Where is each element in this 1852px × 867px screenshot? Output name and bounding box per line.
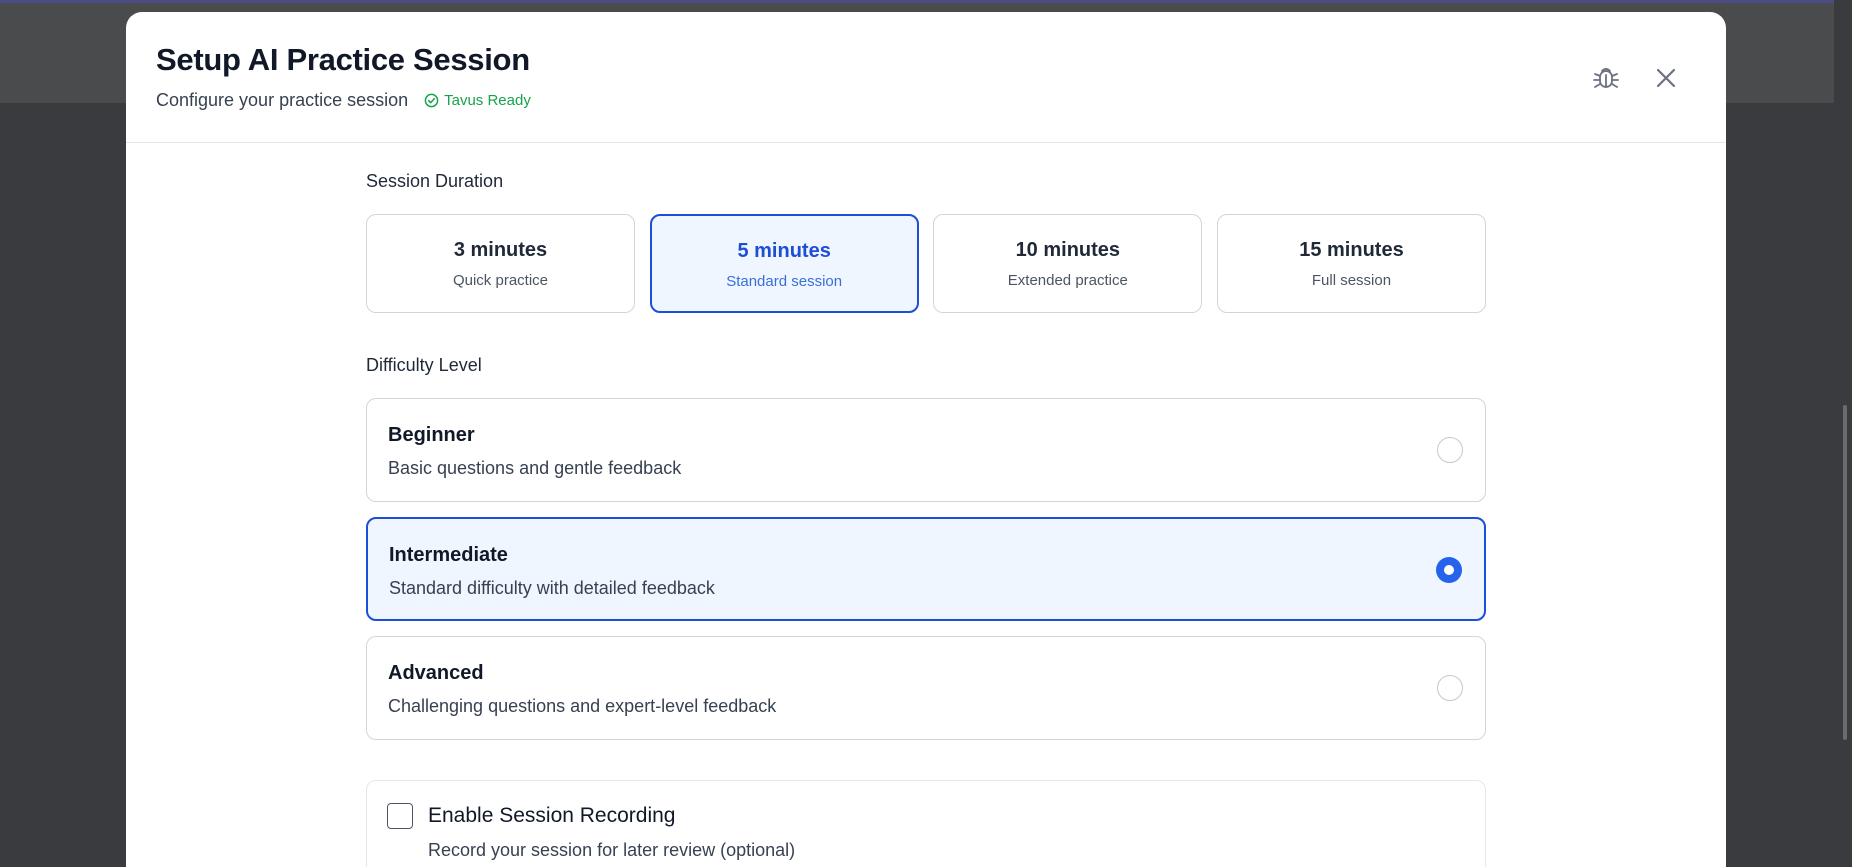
difficulty-option-description: Challenging questions and expert-level f… <box>388 696 777 716</box>
difficulty-option-beginner[interactable]: Beginner Basic questions and gentle feed… <box>366 398 1486 502</box>
duration-option-subtitle: Quick practice <box>452 272 549 289</box>
scrollbar-thumb[interactable] <box>1843 405 1847 740</box>
close-button[interactable] <box>1648 60 1684 96</box>
duration-option-subtitle: Extended practice <box>1007 272 1128 289</box>
duration-option-15min[interactable]: 15 minutes Full session <box>1216 214 1486 313</box>
difficulty-option-title: Intermediate <box>389 544 508 566</box>
page-scrollbar[interactable] <box>1834 0 1852 867</box>
modal-header: Setup AI Practice Session Configure your… <box>126 12 1726 143</box>
duration-option-subtitle: Standard session <box>726 273 843 290</box>
status-badge: Tavus Ready <box>424 92 531 109</box>
difficulty-option-advanced[interactable]: Advanced Challenging questions and exper… <box>366 636 1486 740</box>
difficulty-label: Difficulty Level <box>366 355 482 375</box>
duration-option-3min[interactable]: 3 minutes Quick practice <box>366 214 635 313</box>
duration-options: 3 minutes Quick practice 5 minutes Stand… <box>366 214 1486 313</box>
setup-session-modal: Setup AI Practice Session Configure your… <box>126 12 1726 867</box>
bug-icon <box>1593 68 1619 88</box>
duration-option-title: 3 minutes <box>453 239 548 261</box>
modal-subtitle-row: Configure your practice session Tavus Re… <box>156 90 531 111</box>
duration-label: Session Duration <box>366 171 504 191</box>
status-badge-label: Tavus Ready <box>444 92 531 109</box>
recording-checkbox[interactable] <box>387 803 413 829</box>
modal-subtitle: Configure your practice session <box>156 90 409 110</box>
difficulty-option-title: Advanced <box>388 662 484 684</box>
recording-option: Enable Session Recording Record your ses… <box>366 780 1486 867</box>
difficulty-option-description: Standard difficulty with detailed feedba… <box>389 578 715 598</box>
duration-option-5min[interactable]: 5 minutes Standard session <box>649 214 919 313</box>
close-icon <box>1656 68 1676 88</box>
duration-option-subtitle: Full session <box>1311 272 1392 289</box>
recording-description: Record your session for later review (op… <box>428 840 796 860</box>
debug-button[interactable] <box>1588 60 1624 96</box>
recording-title[interactable]: Enable Session Recording <box>428 804 676 828</box>
difficulty-option-title: Beginner <box>388 424 475 446</box>
duration-option-title: 15 minutes <box>1299 239 1404 261</box>
difficulty-radio-beginner[interactable] <box>1437 437 1463 463</box>
duration-option-title: 5 minutes <box>737 240 831 262</box>
duration-option-title: 10 minutes <box>1015 239 1121 261</box>
difficulty-option-description: Basic questions and gentle feedback <box>388 458 682 478</box>
difficulty-radio-advanced[interactable] <box>1437 675 1463 701</box>
difficulty-option-intermediate[interactable]: Intermediate Standard difficulty with de… <box>366 517 1486 621</box>
duration-option-10min[interactable]: 10 minutes Extended practice <box>933 214 1203 313</box>
modal-title: Setup AI Practice Session <box>156 42 530 77</box>
difficulty-radio-intermediate[interactable] <box>1436 557 1462 583</box>
check-circle-icon <box>424 93 439 108</box>
